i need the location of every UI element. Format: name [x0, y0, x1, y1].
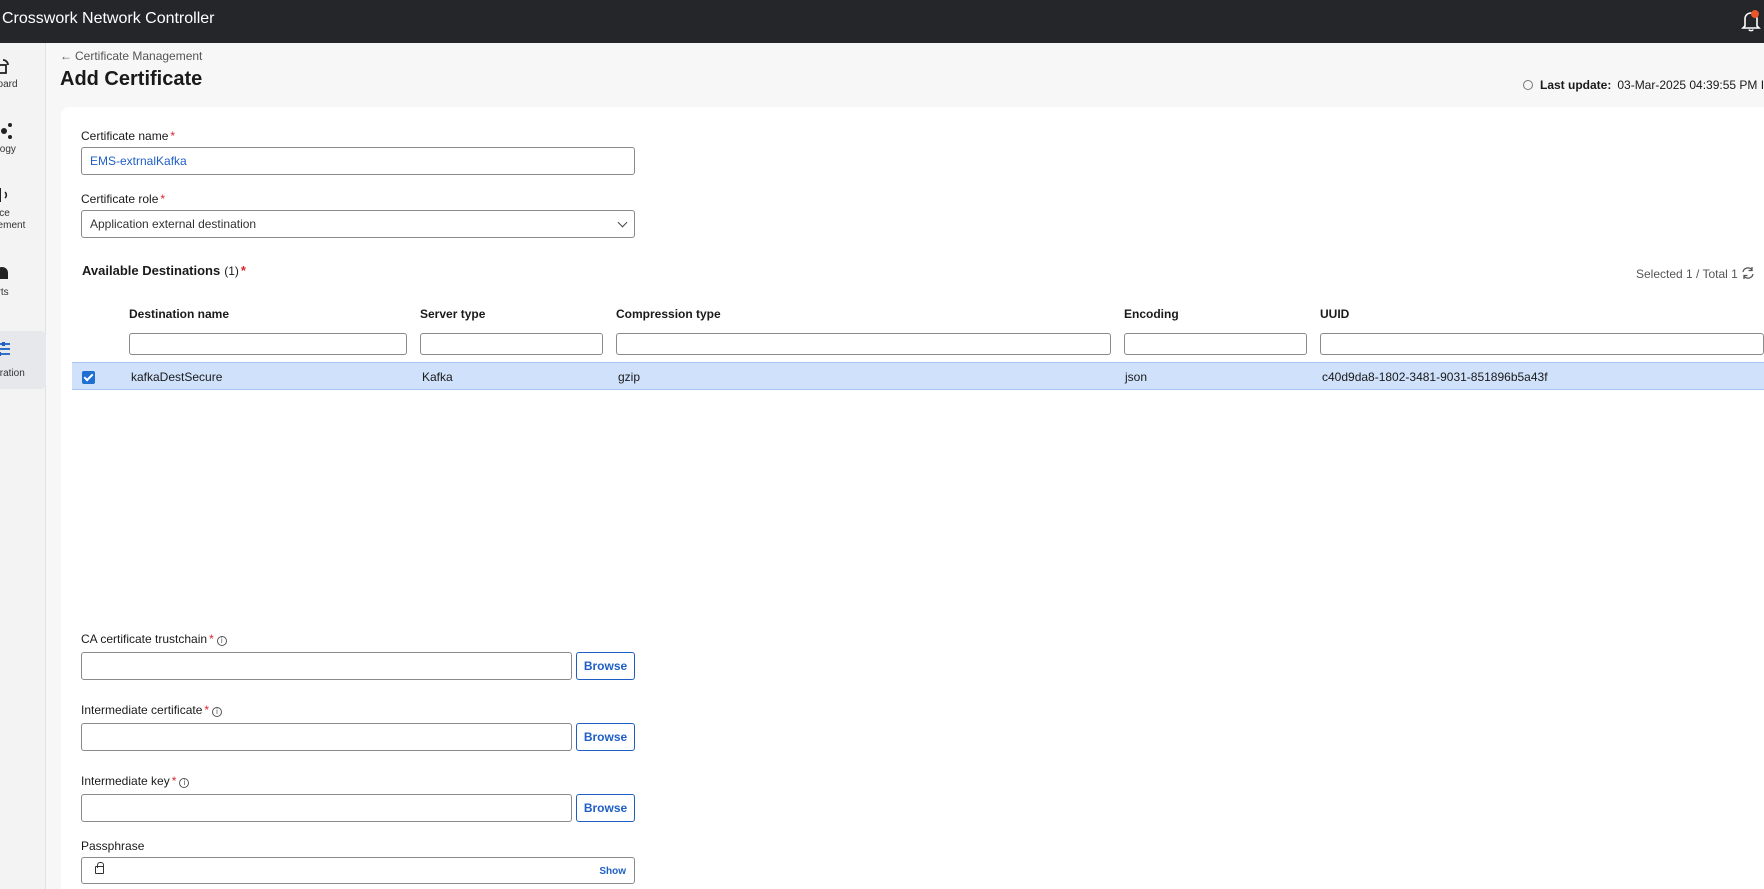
- intermediate-cert-input[interactable]: [81, 723, 572, 751]
- breadcrumb-link[interactable]: Certificate Management: [75, 49, 202, 63]
- row-checkbox[interactable]: [82, 371, 95, 384]
- required-mark: *: [171, 774, 177, 788]
- intermediate-key-input[interactable]: [81, 794, 572, 822]
- intermediate-key-label-text: Intermediate key: [81, 774, 170, 788]
- nav-item-alerts[interactable]: erts: [0, 265, 46, 323]
- cert-role-select[interactable]: Application external destination: [81, 210, 635, 238]
- destinations-title: Available Destinations (1) *: [82, 263, 246, 278]
- nav-item-dashboard[interactable]: board: [0, 57, 46, 115]
- intermediate-key-browse-button[interactable]: Browse: [576, 794, 635, 822]
- info-icon[interactable]: i: [216, 636, 227, 646]
- alerts-icon: [0, 265, 14, 283]
- column-header-uuid[interactable]: UUID: [1320, 307, 1349, 321]
- notification-badge: [1751, 10, 1759, 18]
- column-header-compression-type[interactable]: Compression type: [616, 307, 721, 321]
- device-management-icon: [0, 186, 14, 204]
- nav-label: board: [0, 79, 18, 90]
- cert-name-label-text: Certificate name: [81, 129, 169, 143]
- filter-encoding[interactable]: [1124, 333, 1307, 355]
- info-icon[interactable]: i: [212, 707, 223, 717]
- nav-label: stration: [0, 368, 25, 379]
- required-mark: *: [170, 129, 176, 143]
- intermediate-cert-browse-button[interactable]: Browse: [576, 723, 635, 751]
- column-header-encoding[interactable]: Encoding: [1124, 307, 1179, 321]
- notification-bell-icon[interactable]: [1741, 10, 1761, 32]
- filter-compression-type[interactable]: [616, 333, 1111, 355]
- top-bar: Crosswork Network Controller: [0, 0, 1764, 43]
- destinations-count: (1): [224, 264, 239, 278]
- cert-role-label-text: Certificate role: [81, 192, 159, 206]
- app-title: Crosswork Network Controller: [2, 10, 215, 27]
- cell-server-type: Kafka: [422, 370, 453, 384]
- intermediate-cert-label: Intermediate certificate * i: [81, 703, 223, 717]
- selection-info: Selected 1 / Total 1: [1636, 267, 1738, 281]
- dashboard-icon: [0, 57, 14, 75]
- table-row[interactable]: kafkaDestSecure Kafka gzip json c40d9da8…: [72, 362, 1764, 390]
- breadcrumb[interactable]: ← Certificate Management: [60, 49, 202, 63]
- last-update-label: Last update:: [1540, 78, 1612, 92]
- cert-role-value: Application external destination: [90, 217, 257, 231]
- cell-uuid: c40d9da8-1802-3481-9031-851896b5a43f: [1322, 370, 1548, 384]
- page-title: Add Certificate: [60, 68, 203, 90]
- nav-label: ology: [0, 144, 16, 155]
- back-arrow-icon[interactable]: ←: [60, 49, 72, 63]
- ca-trustchain-label-text: CA certificate trustchain: [81, 632, 208, 646]
- passphrase-input[interactable]: Show: [81, 857, 635, 884]
- nav-label: erts: [0, 287, 9, 298]
- required-mark: *: [204, 703, 210, 717]
- cert-name-input[interactable]: EMS-extrnalKafka: [81, 147, 635, 175]
- topology-icon: [0, 122, 14, 140]
- lock-icon: [95, 862, 104, 874]
- cert-role-label: Certificate role *: [81, 192, 165, 206]
- refresh-icon[interactable]: [1741, 266, 1755, 280]
- clock-icon: [1523, 80, 1533, 90]
- cell-compression-type: gzip: [618, 370, 641, 384]
- info-icon[interactable]: i: [179, 778, 190, 788]
- ca-trustchain-browse-button[interactable]: Browse: [576, 652, 635, 680]
- required-mark: *: [209, 632, 214, 646]
- passphrase-label: Passphrase: [81, 839, 145, 853]
- column-header-server-type[interactable]: Server type: [420, 307, 485, 321]
- ca-trustchain-input[interactable]: [81, 652, 572, 680]
- ca-trustchain-label: CA certificate trustchain * i: [81, 632, 227, 646]
- destinations-title-text: Available Destinations: [82, 263, 221, 278]
- required-mark: *: [160, 192, 166, 206]
- intermediate-key-label: Intermediate key * i: [81, 774, 190, 788]
- cert-name-label: Certificate name *: [81, 129, 175, 143]
- cell-destination-name: kafkaDestSecure: [131, 370, 223, 384]
- filter-uuid[interactable]: [1320, 333, 1764, 355]
- left-nav: board ology vice gement erts stration: [0, 43, 46, 889]
- column-header-destination-name[interactable]: Destination name: [129, 307, 229, 321]
- show-passphrase-button[interactable]: Show: [599, 866, 626, 877]
- cell-encoding: json: [1125, 370, 1148, 384]
- intermediate-cert-label-text: Intermediate certificate: [81, 703, 203, 717]
- required-mark: *: [240, 263, 246, 278]
- nav-item-device-management[interactable]: vice gement: [0, 186, 46, 244]
- filter-server-type[interactable]: [420, 333, 603, 355]
- last-update: Last update: 03-Mar-2025 04:39:55 PM IST: [1523, 78, 1764, 92]
- nav-item-administration[interactable]: stration: [0, 331, 46, 389]
- nav-label: vice gement: [0, 208, 26, 231]
- nav-item-topology[interactable]: ology: [0, 122, 46, 180]
- last-update-value: 03-Mar-2025 04:39:55 PM IST: [1617, 78, 1764, 92]
- filter-destination-name[interactable]: [129, 333, 407, 355]
- administration-icon: [0, 340, 14, 358]
- chevron-down-icon: [617, 217, 628, 228]
